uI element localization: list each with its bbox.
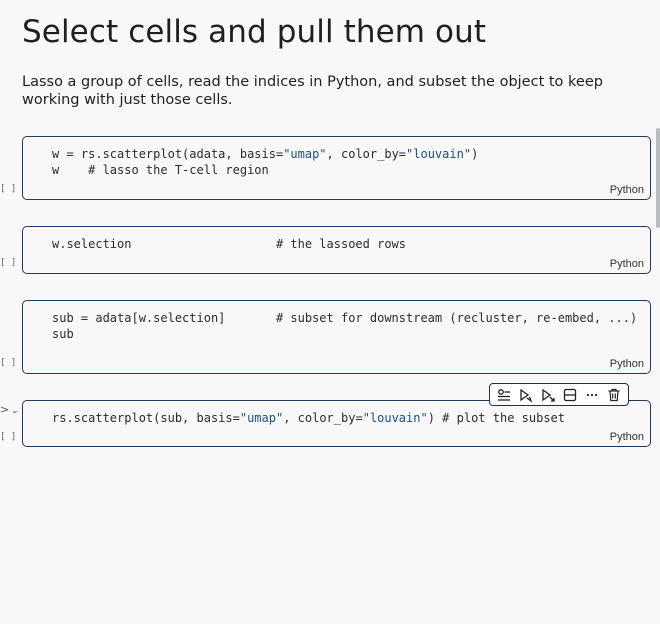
split-cell-icon[interactable] — [561, 386, 579, 404]
intro-text: Lasso a group of cells, read the indices… — [22, 74, 603, 108]
code-token: sub — [52, 327, 74, 341]
cell-gutter: > ⌄ — [0, 403, 19, 416]
code-token: w # lasso the T-cell region — [52, 163, 269, 177]
code-token: sub = adata[w.selection] # subset for do… — [52, 311, 638, 325]
execution-count: [ ] — [0, 432, 17, 442]
page-title: Select cells and pull them out — [22, 14, 487, 50]
more-icon[interactable] — [583, 386, 601, 404]
code-token: rs.scatterplot(sub, basis= — [52, 411, 240, 425]
code-line: sub — [52, 326, 637, 342]
execution-count: [ ] — [0, 258, 17, 268]
cell-code[interactable]: w.selection # the lassoed rows — [52, 236, 406, 252]
cell-code[interactable]: rs.scatterplot(sub, basis="umap", color_… — [52, 410, 565, 426]
execution-count: [ ] — [0, 358, 17, 368]
code-string-token: "umap" — [283, 147, 327, 161]
code-cell[interactable]: sub = adata[w.selection] # subset for do… — [22, 300, 651, 374]
cell-language-label[interactable]: Python — [610, 358, 644, 370]
vertical-scrollbar[interactable] — [656, 128, 660, 228]
run-indicator-icon[interactable]: > — [0, 403, 9, 416]
code-line: rs.scatterplot(sub, basis="umap", color_… — [52, 410, 565, 426]
code-token: ) # plot the subset — [427, 411, 565, 425]
code-line: sub = adata[w.selection] # subset for do… — [52, 310, 637, 326]
delete-icon[interactable] — [605, 386, 623, 404]
code-cell[interactable]: w.selection # the lassoed rows Python — [22, 226, 651, 274]
code-token: , color_by= — [326, 147, 407, 161]
cell-language-label[interactable]: Python — [610, 258, 644, 270]
code-cell[interactable]: w = rs.scatterplot(adata, basis="umap", … — [22, 136, 651, 200]
cell-language-label[interactable]: Python — [610, 184, 644, 196]
code-string-token: "umap" — [239, 411, 284, 425]
cell-code[interactable]: w = rs.scatterplot(adata, basis="umap", … — [52, 146, 478, 178]
run-below-icon[interactable] — [539, 386, 557, 404]
code-token: w = rs.scatterplot(adata, basis= — [52, 147, 284, 161]
execution-count: [ ] — [0, 184, 17, 194]
cell-code[interactable]: sub = adata[w.selection] # subset for do… — [52, 310, 637, 342]
code-token: , color_by= — [283, 411, 363, 425]
code-token: w.selection # the lassoed rows — [52, 237, 407, 251]
run-cell-icon[interactable] — [517, 386, 535, 404]
code-string-token: "louvain" — [406, 147, 472, 161]
collapse-chevron-icon[interactable]: ⌄ — [11, 406, 19, 416]
code-line: w = rs.scatterplot(adata, basis="umap", … — [52, 146, 478, 162]
cell-language-label[interactable]: Python — [610, 431, 644, 443]
code-line: w # lasso the T-cell region — [52, 162, 478, 178]
code-token: ) — [471, 147, 479, 161]
settings-list-icon[interactable] — [495, 386, 513, 404]
code-cell-active[interactable]: rs.scatterplot(sub, basis="umap", color_… — [22, 400, 651, 447]
cell-toolbar — [489, 383, 629, 406]
code-string-token: "louvain" — [362, 411, 428, 425]
code-line: w.selection # the lassoed rows — [52, 236, 406, 252]
